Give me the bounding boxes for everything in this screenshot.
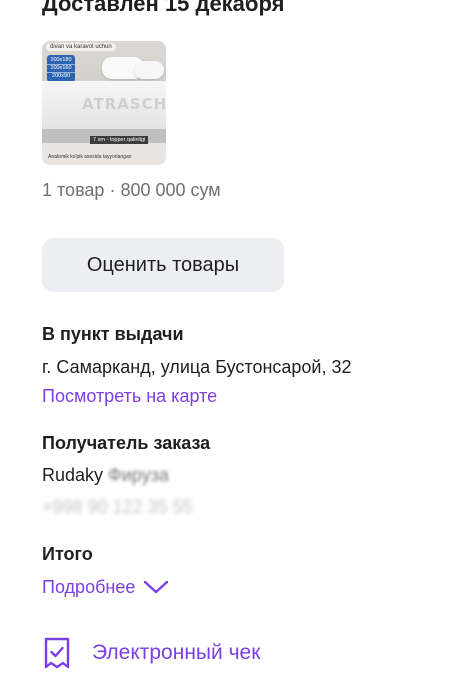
electronic-receipt-label[interactable]: Электронный чек [92,639,260,667]
pickup-title: В пункт выдачи [42,324,184,344]
electronic-receipt-row[interactable]: Электронный чек [42,636,260,670]
product-image-badge: 7 sm - topper qalinligi [90,136,149,144]
product-image-brand: ATRASCHI [82,95,166,113]
show-on-map-link[interactable]: Посмотреть на карте [42,384,217,408]
details-link[interactable]: Подробнее [42,575,135,599]
recipient-title: Получатель заказа [42,433,211,453]
recipient-phone: +998 90 122 35 55 [42,497,193,517]
total-title: Итого [42,544,93,564]
pickup-address: г. Самарканд, улица Бустонсарой, 32 [42,357,352,377]
recipient-name: Rudaky Фируза [42,463,169,487]
product-image-note: Anatomik ko'pik asosida tayyorlangan [48,154,132,160]
receipt-icon [44,637,70,669]
details-toggle[interactable]: Подробнее [42,575,169,599]
product-image-caption: divan va karavot uchun [46,43,116,51]
recipient-last-name: Фируза [108,465,169,485]
chevron-down-icon [144,580,169,594]
product-image-sizes: 200x180 200x160 200x90 [47,55,75,82]
order-summary: 1 товар · 800 000 сум [42,180,221,200]
product-thumbnail[interactable]: divan va karavot uchun 200x180 200x160 2… [42,41,166,165]
pillow-shape [134,61,164,79]
recipient-first-name: Rudaky [42,465,104,485]
order-status-title: Доставлен 15 декабря [42,0,285,16]
order-details-page: Доставлен 15 декабря divan va karavot uc… [0,0,454,699]
rate-products-button[interactable]: Оценить товары [42,238,284,292]
